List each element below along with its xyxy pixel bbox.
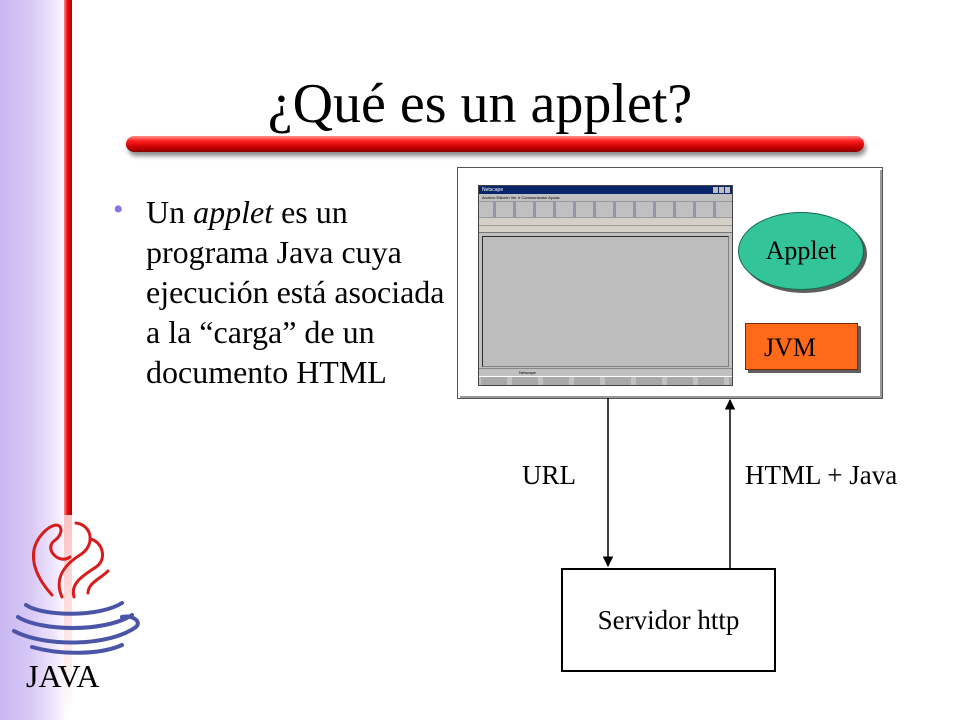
server-label: Servidor http: [597, 604, 740, 635]
java-coffee-cup-icon: [12, 521, 140, 655]
java-logo-text: JAVA: [26, 658, 100, 694]
url-label: URL: [522, 460, 576, 490]
diagram-arrows: [602, 398, 736, 568]
server-box: Servidor http: [561, 568, 776, 672]
html-java-label: HTML + Java: [745, 460, 898, 490]
